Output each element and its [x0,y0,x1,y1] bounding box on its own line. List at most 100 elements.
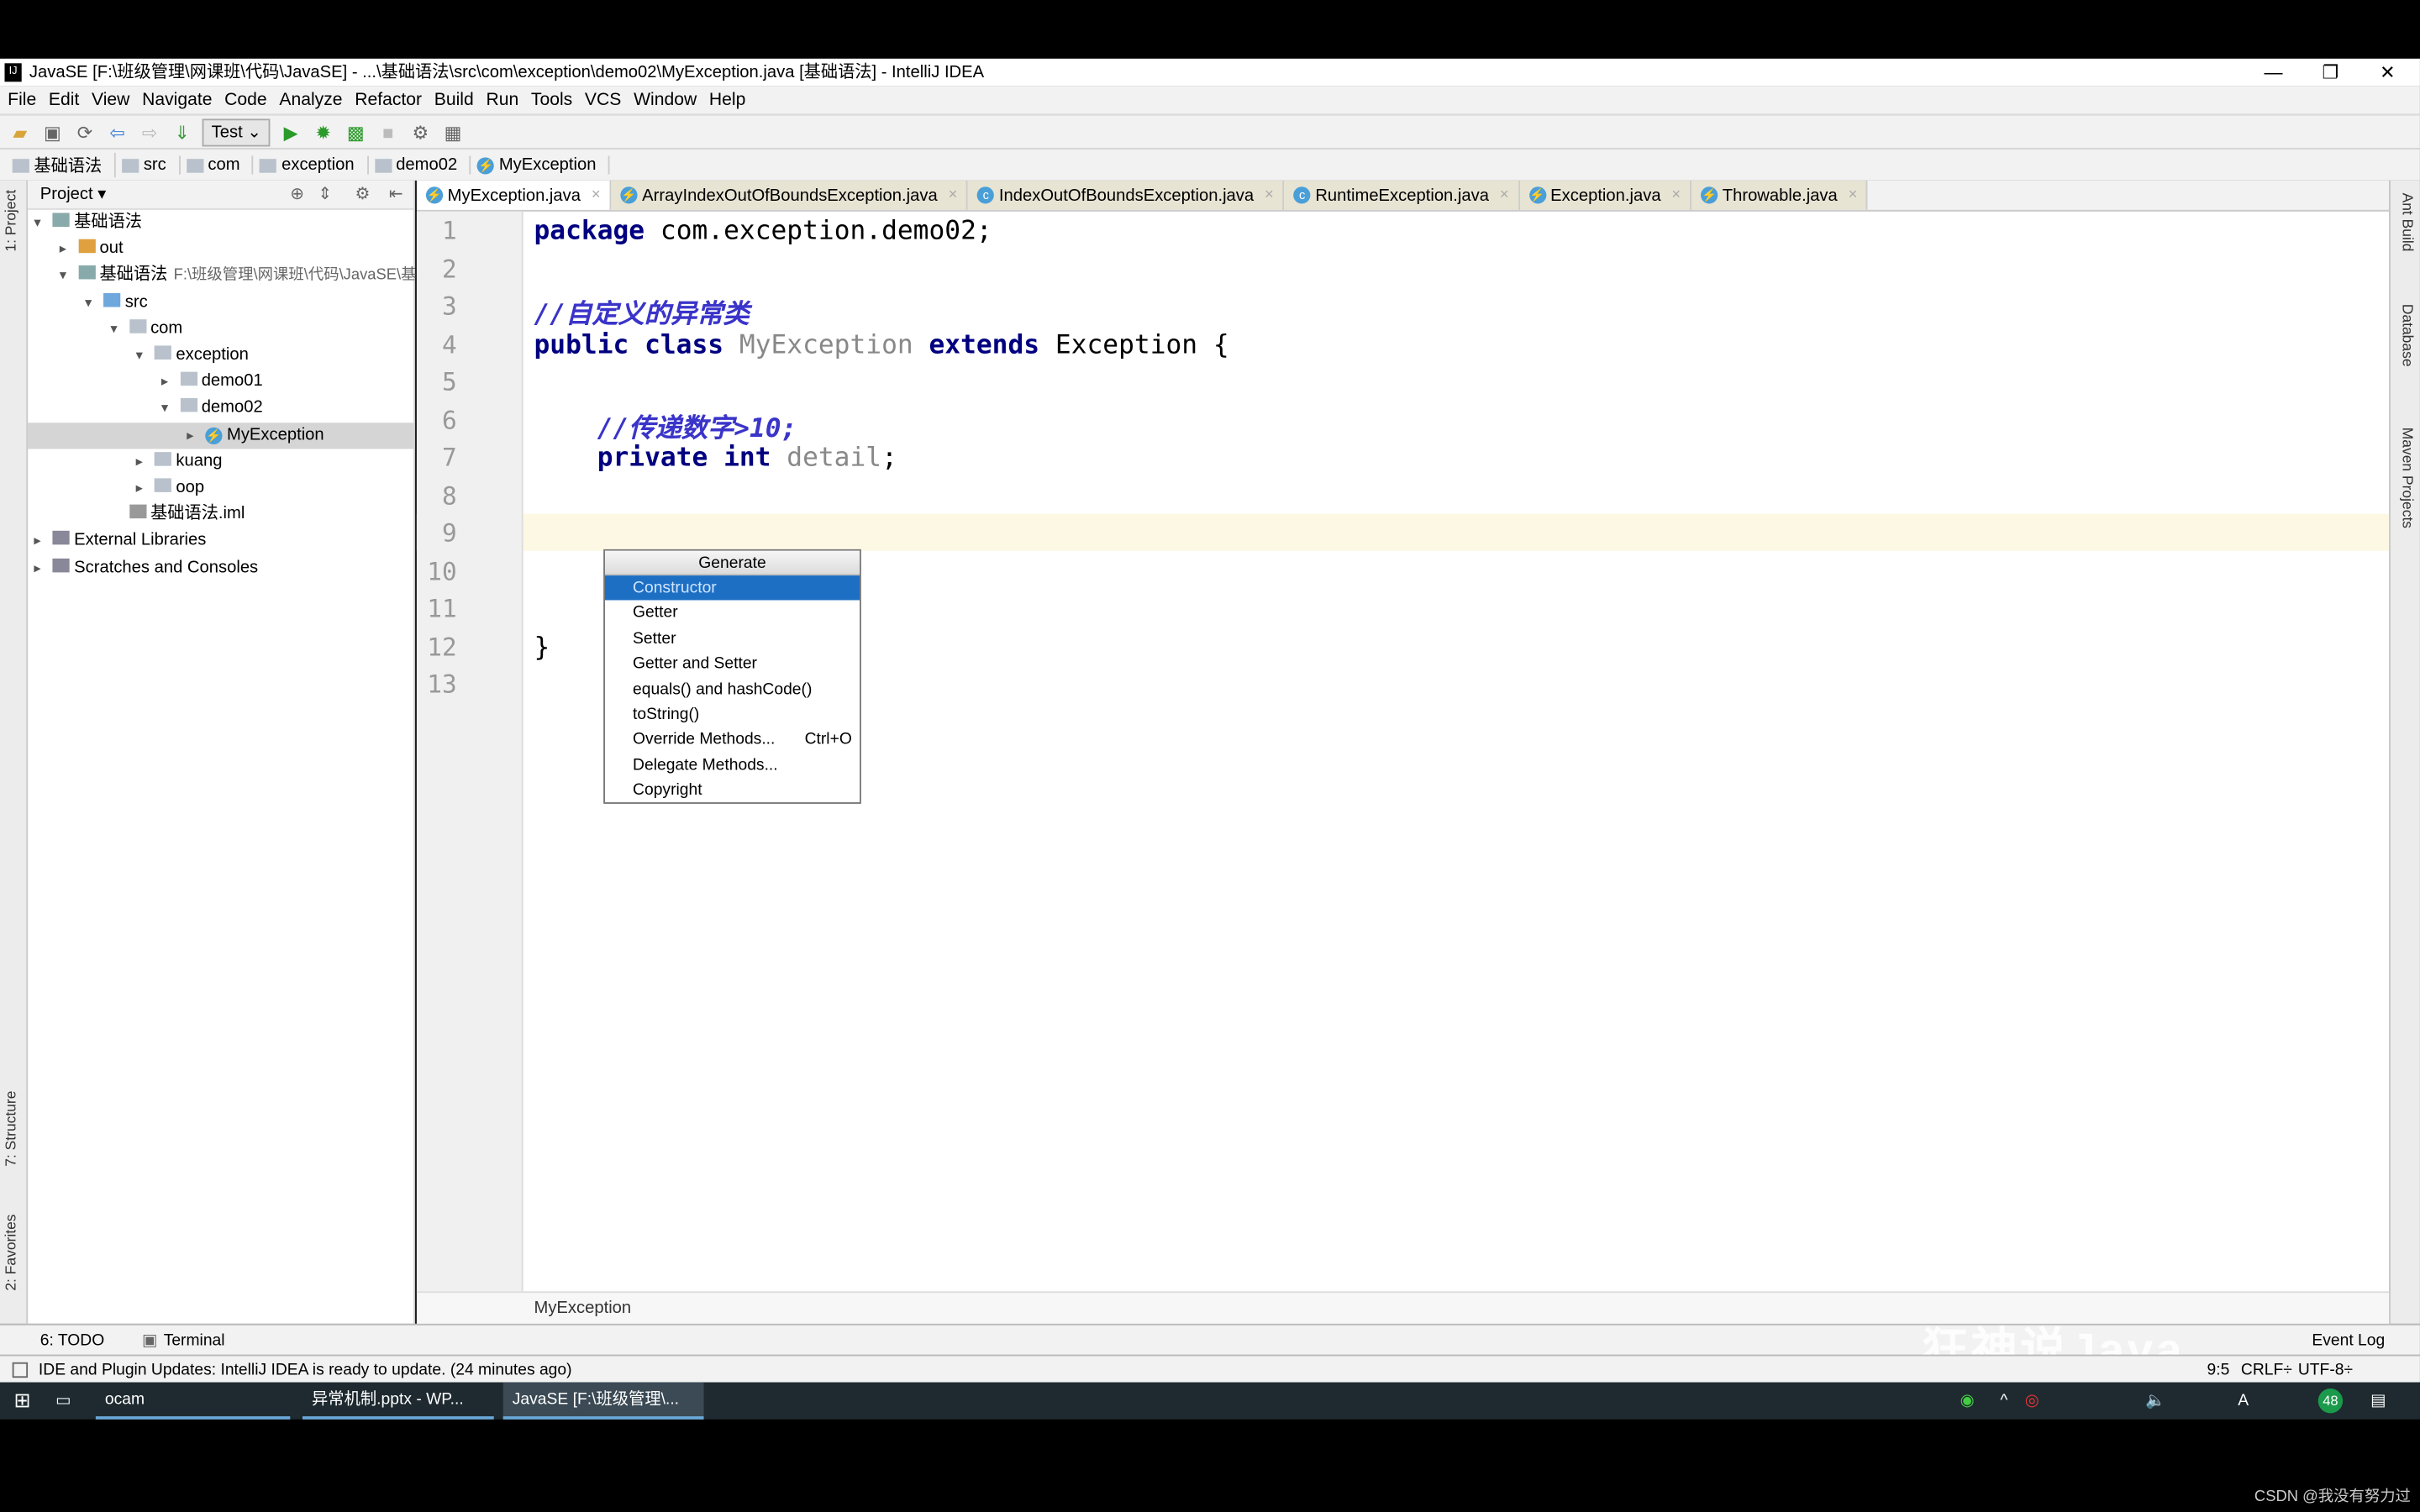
panel-toggle-icon[interactable] [12,1362,29,1378]
close-tab-icon[interactable]: × [1849,186,1858,203]
code-line[interactable]: //自定义的异常类 [534,291,749,330]
tree-item[interactable]: ▸ out [28,236,413,262]
minimize-button[interactable]: — [2250,59,2296,87]
expand-arrow-icon[interactable]: ▸ [34,554,52,580]
tree-item[interactable]: ▸ demo01 [28,369,413,395]
expand-arrow-icon[interactable]: ▸ [187,423,205,449]
menu-tools[interactable]: Tools [531,87,572,114]
menu-vcs[interactable]: VCS [585,87,621,114]
tree-item[interactable]: ▾ demo02 [28,396,413,422]
task-view-icon[interactable]: ▭ [55,1383,71,1420]
caret-position[interactable]: 9:5 [2207,1356,2229,1383]
tree-item[interactable]: ▾ src [28,290,413,316]
tool-project[interactable]: 1: Project [3,190,20,252]
tree-item[interactable]: ▾ exception [28,343,413,369]
expand-arrow-icon[interactable]: ▾ [110,316,129,342]
notification-icon[interactable]: ▤ [2370,1383,2386,1420]
tree-item[interactable]: 基础语法.iml [28,501,413,528]
collapse-icon[interactable]: ⇕ [318,181,332,210]
settings-icon[interactable]: ⚙ [355,181,370,210]
generate-item-getter-and-setter[interactable]: Getter and Setter [605,651,860,676]
generate-item-equals-and-hashcode[interactable]: equals() and hashCode() [605,677,860,702]
tray-expand-icon[interactable]: ^ [2000,1383,2007,1420]
tab-myexception[interactable]: ⚡ MyException.java × [416,180,612,210]
back-icon[interactable]: ⇦ [105,119,129,144]
menu-view[interactable]: View [92,87,129,114]
expand-arrow-icon[interactable]: ▾ [85,290,103,316]
volume-icon[interactable]: 🔈 [2145,1383,2165,1420]
locate-icon[interactable]: ⊕ [290,181,304,210]
taskbar-app-intellij[interactable]: JavaSE [F:\班级管理\... [502,1382,704,1420]
tool-maven[interactable]: Maven Projects [2398,428,2415,528]
breadcrumb-item[interactable]: demo02 [374,155,471,175]
taskbar-app-wps[interactable]: 异常机制.pptx - WP... [302,1383,494,1420]
tree-item[interactable]: ▸ oop [28,475,413,501]
generate-item-tostring[interactable]: toString() [605,702,860,727]
debug-icon[interactable]: ✹ [311,119,335,144]
menu-help[interactable]: Help [709,87,745,114]
close-button[interactable]: ✕ [2365,59,2411,87]
tab-arrayindexoutofboundsexception[interactable]: ⚡ ArrayIndexOutOfBoundsException.java × [611,180,969,210]
close-tab-icon[interactable]: × [949,186,958,203]
code-line[interactable]: } [534,632,550,663]
breadcrumb-item[interactable]: 基础语法 [12,152,116,178]
menu-build[interactable]: Build [434,87,474,114]
expand-arrow-icon[interactable]: ▾ [161,396,180,422]
generate-item-getter[interactable]: Getter [605,601,860,626]
generate-item-delegate-methods[interactable]: Delegate Methods... [605,753,860,778]
project-structure-icon[interactable]: ⚙ [408,119,433,144]
expand-arrow-icon[interactable]: ▾ [60,263,78,289]
menu-code[interactable]: Code [224,87,267,114]
tree-item[interactable]: ▸ kuang [28,449,413,475]
tree-item[interactable]: ▸ ⚡ MyException [28,422,414,449]
ime-icon[interactable]: A [2238,1383,2249,1420]
menu-window[interactable]: Window [634,87,697,114]
code-line[interactable]: package com.exception.demo02; [534,216,992,247]
tree-item[interactable]: ▾ 基础语法 [28,210,413,236]
breadcrumb-item[interactable]: ⚡ MyException [477,155,611,175]
todo-tab[interactable]: 6: TODO [40,1326,104,1357]
file-encoding[interactable]: UTF-8÷ [2298,1356,2353,1383]
status-message[interactable]: IDE and Plugin Updates: IntelliJ IDEA is… [39,1356,572,1383]
tab-runtimeexception[interactable]: c RuntimeException.java × [1284,180,1520,210]
expand-arrow-icon[interactable]: ▾ [136,343,155,369]
hide-icon[interactable]: ⇤ [389,181,403,210]
breadcrumb-item[interactable]: com [186,155,255,175]
terminal-tab[interactable]: Terminal [164,1326,225,1357]
tab-exception[interactable]: ⚡ Exception.java × [1519,180,1692,210]
breadcrumb-item[interactable]: src [122,155,181,175]
expand-arrow-icon[interactable]: ▸ [136,475,155,501]
menu-refactor[interactable]: Refactor [355,87,422,114]
sync-icon[interactable]: ⟳ [72,119,97,144]
tree-item[interactable]: ▾ com [28,316,413,342]
generate-item-constructor[interactable]: Constructor [604,575,860,601]
open-icon[interactable]: ▰ [8,119,32,144]
close-tab-icon[interactable]: × [1265,186,1274,203]
maximize-button[interactable]: ❐ [2307,59,2354,87]
tray-app-icon[interactable]: ◎ [2025,1383,2039,1420]
project-view-select[interactable]: Project ▾ [40,185,107,203]
expand-arrow-icon[interactable]: ▸ [161,369,180,395]
tray-badge[interactable]: 48 [2317,1389,2344,1414]
build-icon[interactable]: ⇓ [170,119,194,144]
code-line[interactable]: //传递数字>10; [534,405,797,444]
breadcrumb-item[interactable]: exception [260,155,369,175]
run-icon[interactable]: ▶ [278,119,302,144]
save-icon[interactable]: ▣ [40,119,65,144]
stop-icon[interactable]: ■ [376,119,400,144]
network-icon[interactable]: ◉ [1960,1383,1975,1420]
run-config-select[interactable]: Test ⌄ [202,118,271,146]
generate-item-copyright[interactable]: Copyright [605,778,860,803]
expand-arrow-icon[interactable]: ▸ [136,449,155,475]
menu-run[interactable]: Run [486,87,518,114]
menu-analyze[interactable]: Analyze [279,87,342,114]
taskbar-app-ocam[interactable]: ocam [95,1383,291,1420]
close-tab-icon[interactable]: × [1671,186,1681,203]
code-line[interactable]: public class MyException extends Excepti… [534,329,1228,360]
menu-edit[interactable]: Edit [49,87,79,114]
tool-structure[interactable]: 7: Structure [3,1091,20,1167]
sdk-icon[interactable]: ▦ [440,119,465,144]
windows-start-icon[interactable]: ⊞ [14,1383,31,1420]
tool-ant-build[interactable]: Ant Build [2398,193,2415,252]
close-tab-icon[interactable]: × [1500,186,1509,203]
